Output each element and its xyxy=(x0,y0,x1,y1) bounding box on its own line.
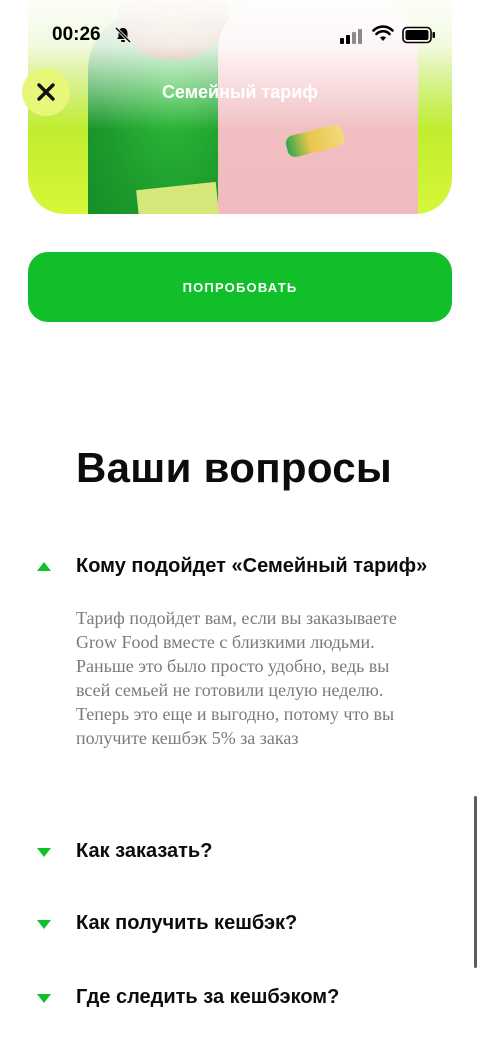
faq-heading: Ваши вопросы xyxy=(76,444,393,491)
chevron-down-icon xyxy=(37,919,51,929)
chevron-down-icon xyxy=(37,847,51,857)
signal-icon xyxy=(340,29,362,44)
faq-item[interactable]: Где следить за кешбэком? xyxy=(36,986,466,1009)
chevron-up-icon xyxy=(37,561,51,571)
faq-question: Где следить за кешбэком? xyxy=(76,986,340,1008)
faq-answer: Тариф подойдет вам, если вы заказываете … xyxy=(76,608,397,748)
bell-slash-icon xyxy=(114,26,132,44)
faq-question: Как заказать? xyxy=(76,840,213,862)
faq-item[interactable]: Как получить кешбэк? xyxy=(36,912,466,935)
faq-question: Кому подойдет «Семейный тариф» xyxy=(76,555,428,577)
chevron-down-icon xyxy=(37,993,51,1003)
try-button[interactable]: ПОПРОБОВАТЬ xyxy=(28,252,452,322)
faq-item[interactable]: Как заказать? xyxy=(36,840,466,863)
status-bar: 00:26 xyxy=(0,0,480,70)
wifi-icon xyxy=(372,25,394,41)
scrollbar[interactable] xyxy=(474,796,477,968)
status-time: 00:26 xyxy=(52,24,101,45)
faq-question: Как получить кешбэк? xyxy=(76,912,298,934)
page-title: Семейный тариф xyxy=(161,82,319,102)
faq-item[interactable]: Кому подойдет «Семейный тариф» xyxy=(36,555,466,578)
battery-icon xyxy=(402,26,435,44)
